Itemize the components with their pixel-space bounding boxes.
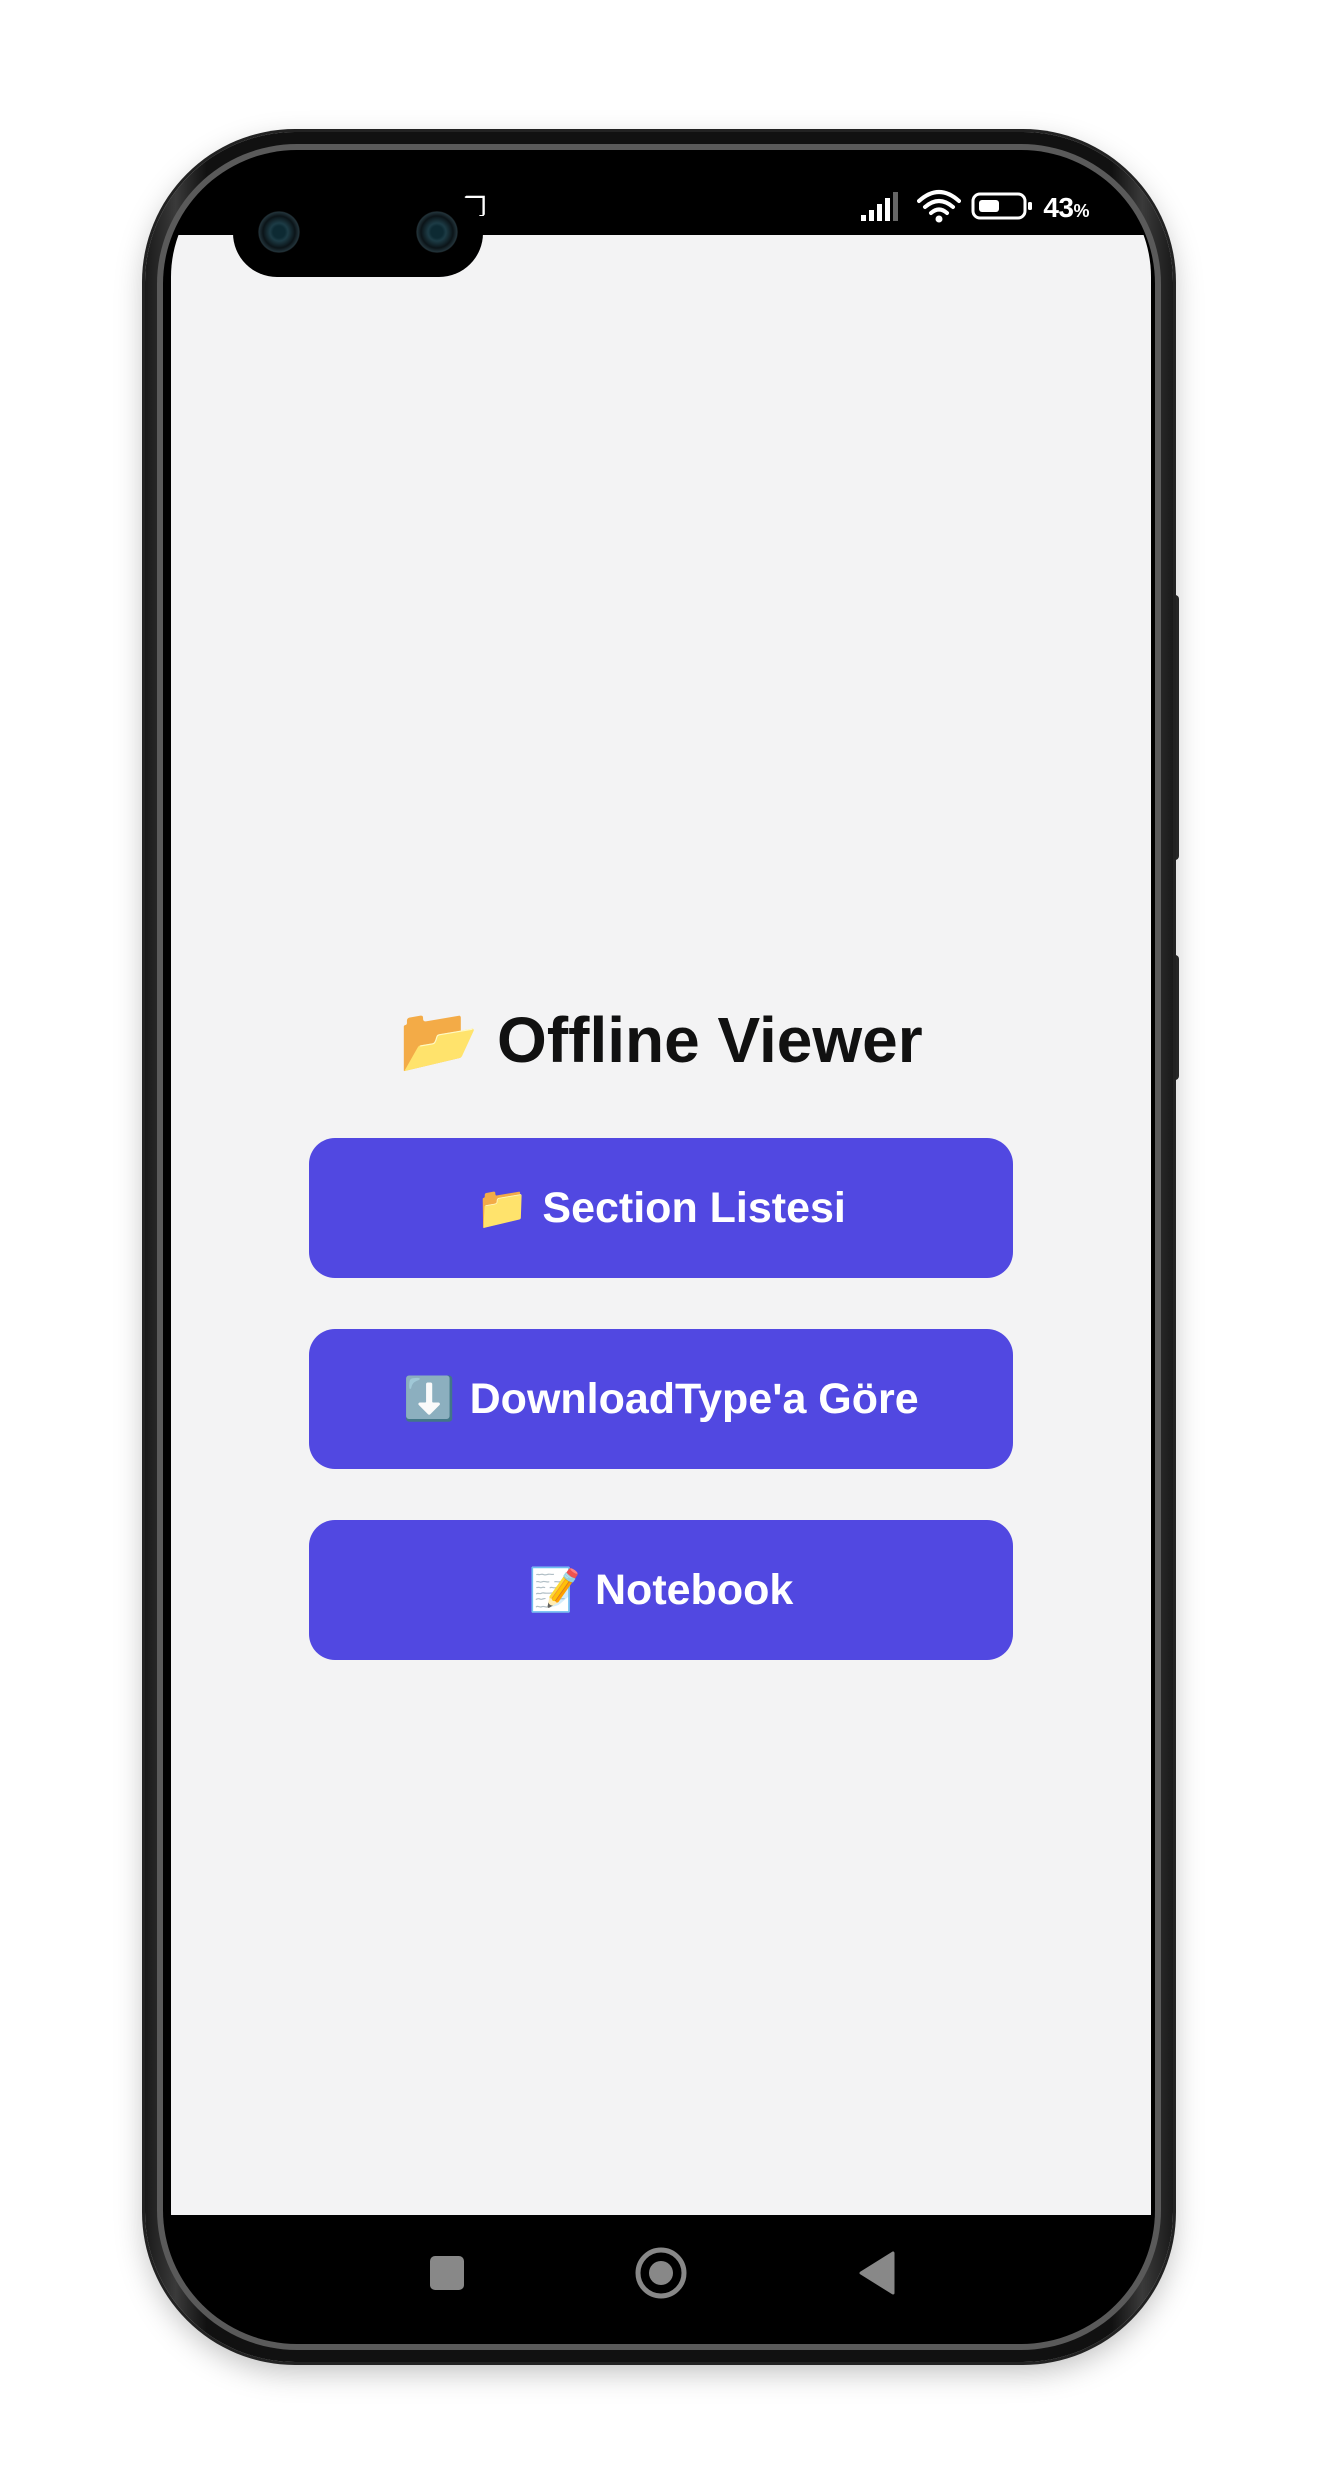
folder-icon: 📁 (476, 1183, 529, 1231)
memo-icon: 📝 (528, 1565, 581, 1613)
section-list-label: Section Listesi (542, 1183, 846, 1232)
open-folder-icon: 📂 (399, 1004, 480, 1076)
signal-icon (861, 191, 907, 225)
recents-square-icon[interactable] (417, 2243, 477, 2303)
battery-icon (971, 191, 1033, 225)
phone-screen: ❒ (171, 155, 1151, 2335)
navigation-bar (171, 2215, 1151, 2335)
page-title-text: Offline Viewer (497, 1004, 923, 1076)
wifi-icon (917, 189, 962, 227)
page-title: 📂 Offline Viewer (171, 1000, 1151, 1080)
camera-lens-icon (416, 211, 458, 253)
home-circle-icon[interactable] (631, 2243, 691, 2303)
status-icons: 43% (861, 189, 1089, 227)
front-camera-cutout (233, 189, 483, 277)
notebook-button[interactable]: 📝 Notebook (309, 1520, 1013, 1660)
battery-percentage: 43% (1043, 192, 1089, 223)
device-stage: ❒ (0, 0, 1321, 2490)
download-arrow-icon: ⬇️ (403, 1374, 456, 1422)
back-triangle-icon[interactable] (847, 2243, 907, 2303)
download-type-button[interactable]: ⬇️ DownloadType'a Göre (309, 1329, 1013, 1469)
section-list-button[interactable]: 📁 Section Listesi (309, 1138, 1013, 1278)
notebook-label: Notebook (595, 1565, 794, 1614)
app-content: 📂 Offline Viewer 📁 Section Listesi ⬇️ Downl… (171, 235, 1151, 2215)
camera-lens-icon (258, 211, 300, 253)
download-type-label: DownloadType'a Göre (469, 1374, 919, 1423)
